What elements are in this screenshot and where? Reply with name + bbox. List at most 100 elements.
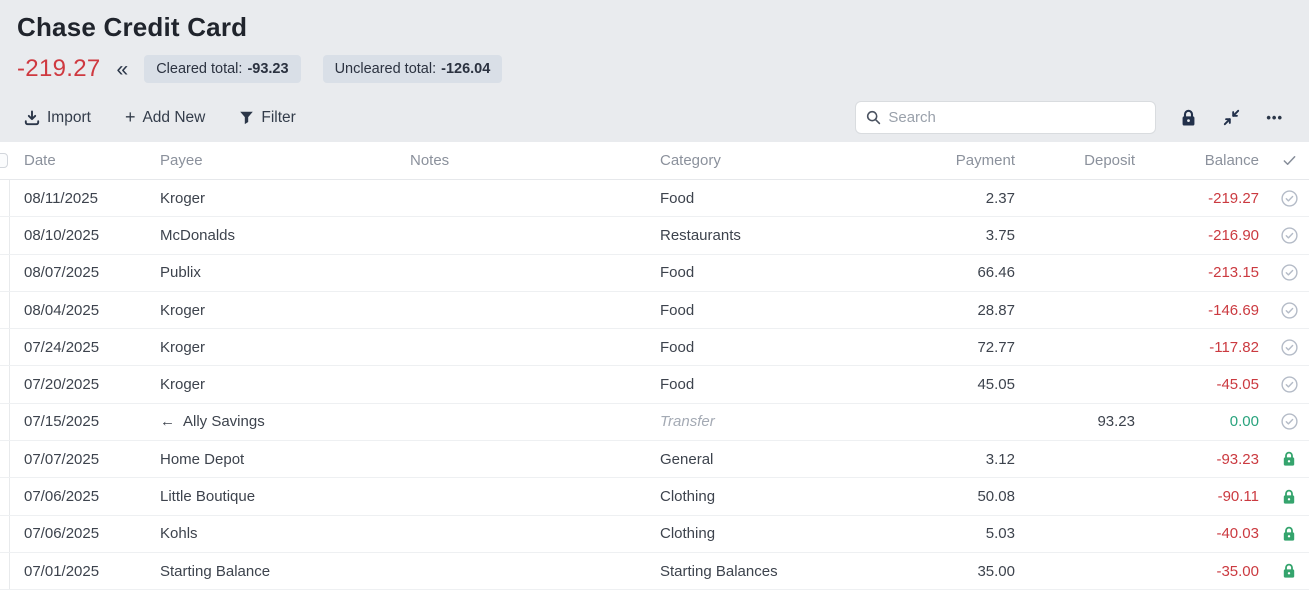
table-row[interactable]: 08/10/2025 ←McDonalds Restaurants 3.75 -… [0,217,1309,254]
cell-balance: -146.69 [1135,302,1269,319]
cell-payment[interactable]: 2.37 [866,190,1015,207]
table-row[interactable]: 07/20/2025 ←Kroger Food 45.05 -45.05 [0,366,1309,403]
search-input[interactable] [888,109,1145,126]
cell-payment[interactable]: 72.77 [866,339,1015,356]
table-row[interactable]: 07/15/2025 ←Ally Savings Transfer 93.23 … [0,404,1309,441]
cell-date[interactable]: 07/15/2025 [10,413,146,430]
cell-status[interactable] [1269,302,1309,319]
add-new-button[interactable]: + Add New [125,107,205,128]
cell-date[interactable]: 07/07/2025 [10,451,146,468]
table-row[interactable]: 08/04/2025 ←Kroger Food 28.87 -146.69 [0,292,1309,329]
cell-payee[interactable]: ←Kroger [146,339,396,356]
cleared-circle-icon[interactable] [1281,190,1298,207]
cell-payment[interactable]: 45.05 [866,376,1015,393]
table-row[interactable]: 07/06/2025 ←Little Boutique Clothing 50.… [0,478,1309,515]
cell-payee[interactable]: ←Kroger [146,302,396,319]
table-row[interactable]: 07/07/2025 ←Home Depot General 3.12 -93.… [0,441,1309,478]
cell-status[interactable] [1269,451,1309,467]
cell-payment[interactable]: 3.75 [866,227,1015,244]
cell-status[interactable] [1269,264,1309,281]
cell-status[interactable] [1269,190,1309,207]
cell-status[interactable] [1269,489,1309,505]
reconciled-lock-icon[interactable] [1282,563,1296,579]
cell-payment[interactable]: 50.08 [866,488,1015,505]
cell-payee[interactable]: ←Home Depot [146,451,396,468]
cell-date[interactable]: 07/06/2025 [10,525,146,542]
cell-category[interactable]: Food [646,264,866,281]
cell-status[interactable] [1269,339,1309,356]
cell-status[interactable] [1269,376,1309,393]
reconciled-lock-icon[interactable] [1282,526,1296,542]
cleared-circle-icon[interactable] [1281,227,1298,244]
cell-category[interactable]: Clothing [646,488,866,505]
cell-payment[interactable]: 35.00 [866,563,1015,580]
cell-payee[interactable]: ←Kohls [146,525,396,542]
cell-category[interactable]: Food [646,339,866,356]
cell-deposit[interactable]: 93.23 [1015,413,1135,430]
cell-payee[interactable]: ←McDonalds [146,227,396,244]
column-header-category: Category [646,152,866,169]
cleared-circle-icon[interactable] [1281,376,1298,393]
cell-payee[interactable]: ←Kroger [146,190,396,207]
cell-category[interactable]: Starting Balances [646,563,866,580]
cell-payment[interactable]: 66.46 [866,264,1015,281]
row-select-gutter [0,255,10,291]
cell-date[interactable]: 07/06/2025 [10,488,146,505]
shrink-view-button[interactable] [1221,107,1242,128]
reconciled-lock-icon[interactable] [1282,451,1296,467]
cell-date[interactable]: 08/04/2025 [10,302,146,319]
cell-date[interactable]: 07/20/2025 [10,376,146,393]
cell-payment[interactable]: 5.03 [866,525,1015,542]
cell-date[interactable]: 07/24/2025 [10,339,146,356]
cell-date[interactable]: 08/10/2025 [10,227,146,244]
select-all-checkbox[interactable] [0,153,8,168]
account-balance[interactable]: -219.27 [17,55,101,83]
cleared-circle-icon[interactable] [1281,302,1298,319]
cell-category[interactable]: Food [646,302,866,319]
table-row[interactable]: 08/11/2025 ←Kroger Food 2.37 -219.27 [0,180,1309,217]
cleared-circle-icon[interactable] [1281,413,1298,430]
cell-category[interactable]: Transfer [646,413,866,430]
cell-category[interactable]: Restaurants [646,227,866,244]
import-label: Import [47,109,91,127]
row-select-gutter [0,180,10,216]
table-row[interactable]: 07/06/2025 ←Kohls Clothing 5.03 -40.03 [0,516,1309,553]
cell-payee[interactable]: ←Starting Balance [146,563,396,580]
cell-date[interactable]: 07/01/2025 [10,563,146,580]
cell-status[interactable] [1269,526,1309,542]
table-row[interactable]: 07/24/2025 ←Kroger Food 72.77 -117.82 [0,329,1309,366]
cell-payee[interactable]: ←Kroger [146,376,396,393]
cell-payment[interactable]: 28.87 [866,302,1015,319]
cell-payee[interactable]: ←Ally Savings [146,413,396,430]
cleared-circle-icon[interactable] [1281,339,1298,356]
cell-payment[interactable]: 3.12 [866,451,1015,468]
cell-status[interactable] [1269,413,1309,430]
cleared-circle-icon[interactable] [1281,264,1298,281]
uncleared-total-value: -126.04 [441,61,490,77]
transactions-table: Date Payee Notes Category Payment Deposi… [0,142,1309,590]
import-button[interactable]: Import [24,109,91,127]
cell-category[interactable]: Food [646,376,866,393]
cell-category[interactable]: Clothing [646,525,866,542]
search-box[interactable] [855,101,1156,134]
cell-payee[interactable]: ←Publix [146,264,396,281]
column-header-balance: Balance [1135,152,1269,169]
select-all-cell[interactable] [0,142,10,179]
cell-status[interactable] [1269,563,1309,579]
cell-status[interactable] [1269,227,1309,244]
cell-date[interactable]: 08/11/2025 [10,190,146,207]
cell-payee[interactable]: ←Little Boutique [146,488,396,505]
collapse-balances-button[interactable]: « [115,57,131,82]
table-row[interactable]: 07/01/2025 ←Starting Balance Starting Ba… [0,553,1309,590]
reconciled-lock-icon[interactable] [1282,489,1296,505]
cell-balance: -216.90 [1135,227,1269,244]
page-title: Chase Credit Card [0,8,1309,43]
row-select-gutter [0,441,10,477]
lock-button[interactable] [1178,107,1199,129]
cell-category[interactable]: Food [646,190,866,207]
cell-category[interactable]: General [646,451,866,468]
account-menu-button[interactable]: ••• [1264,108,1285,127]
filter-button[interactable]: Filter [239,109,295,127]
cell-date[interactable]: 08/07/2025 [10,264,146,281]
table-row[interactable]: 08/07/2025 ←Publix Food 66.46 -213.15 [0,255,1309,292]
